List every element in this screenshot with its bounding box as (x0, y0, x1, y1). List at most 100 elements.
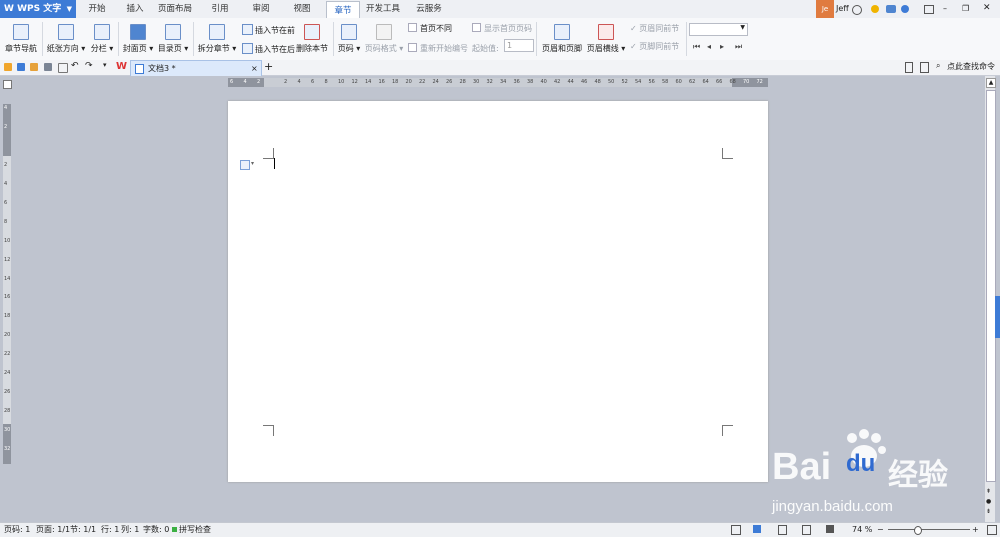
delete-section-button[interactable]: 删除本节 (296, 22, 328, 54)
header-footer-button[interactable]: 页眉和页脚 (540, 22, 584, 54)
cover-page-button[interactable]: 封面页 ▾ (122, 22, 154, 54)
next-page-icon[interactable]: ⇟ (986, 508, 991, 515)
web-view-icon[interactable] (802, 525, 811, 535)
margin-corner (722, 148, 733, 159)
ruler-tick-label: 2 (4, 161, 8, 168)
page-view-icon[interactable] (753, 525, 761, 533)
chevron-down-icon[interactable]: ▾ (251, 160, 254, 167)
same-as-prev-header-toggle[interactable]: ✓ 页眉同前节 (630, 23, 679, 34)
scroll-up-icon[interactable]: ▲ (986, 78, 996, 88)
customize-dropdown-icon[interactable]: ▾ (103, 61, 107, 69)
eye-protection-icon[interactable] (826, 525, 834, 533)
side-panel-toggle[interactable] (995, 296, 1000, 338)
window-mode-icon[interactable] (924, 5, 934, 14)
start-value-input[interactable]: 1 (504, 39, 534, 52)
doc-toggle-icon[interactable] (905, 62, 913, 73)
status-words[interactable]: 字数: 0 (143, 523, 169, 537)
restart-numbering-checkbox[interactable]: 重新开始编号 (408, 43, 468, 54)
horizontal-ruler[interactable]: 6 4 2 2 4 6 8 10 12 14 16 18 20 22 24 26 28 30 32 34 36 38 40 4… (228, 78, 768, 87)
insert-section-after-button[interactable]: 插入节在后 (242, 43, 295, 55)
undo-icon[interactable]: ↶ (71, 61, 79, 71)
chapter-nav-button[interactable]: 章节导航 (4, 22, 38, 54)
paste-options-icon[interactable] (240, 160, 250, 170)
clock-icon[interactable] (852, 5, 862, 15)
tab-3[interactable]: 引用 (202, 0, 238, 18)
header-line-button[interactable]: 页眉横线 ▾ (586, 22, 626, 54)
tab-8[interactable]: 云服务 (408, 0, 450, 18)
save-icon[interactable] (17, 63, 25, 71)
tab-2[interactable]: 页面布局 (152, 0, 198, 18)
user-name[interactable]: Jeff (836, 0, 849, 18)
first-page-different-label: 首页不同 (420, 24, 452, 33)
document-page[interactable]: ▾ (228, 101, 768, 482)
select-browse-icon[interactable]: ● (986, 498, 991, 505)
first-page-different-checkbox[interactable]: 首页不同 (408, 23, 452, 34)
tab-5[interactable]: 视图 (284, 0, 320, 18)
split-chapter-label: 拆分章节 (197, 44, 230, 53)
tab-7[interactable]: 开发工具 (362, 0, 404, 18)
prev-page-icon[interactable]: ⇞ (986, 488, 991, 495)
avatar[interactable]: Je (816, 0, 834, 18)
zoom-in-icon[interactable]: + (972, 523, 979, 537)
wps-home-icon[interactable]: W (116, 61, 127, 72)
new-tab-button[interactable]: + (264, 60, 273, 73)
page-number-button[interactable]: 页码 ▾ (337, 22, 361, 54)
vertical-scrollbar[interactable]: ▲ ⇞ ● ⇟ (985, 76, 996, 522)
split-chapter-button[interactable]: 拆分章节 ▾ (197, 22, 237, 54)
toc-page-button[interactable]: 目录页 ▾ (157, 22, 189, 54)
page-number-format-button[interactable]: 页码格式 ▾ (364, 22, 404, 54)
paper-orientation-button[interactable]: 纸张方向 ▾ (46, 22, 86, 54)
fullscreen-icon[interactable] (731, 525, 741, 535)
ruler-corner-icon[interactable] (3, 80, 12, 89)
menu-bar: W WPS 文字 ▼ Je Jeff – ❐ ✕ 开始 插入 页面布局 引用 审阅 视图章… (0, 0, 1000, 20)
show-first-page-number-label: 显示首页页码 (484, 24, 532, 33)
show-first-page-number-checkbox[interactable]: 显示首页页码 (472, 23, 532, 34)
close-icon[interactable]: ✕ (983, 3, 991, 13)
fit-page-icon[interactable] (987, 525, 997, 535)
margin-corner (263, 425, 274, 436)
tab-1[interactable]: 插入 (118, 0, 152, 18)
close-tab-icon[interactable]: × (251, 61, 258, 76)
columns-button[interactable]: 分栏 ▾ (90, 22, 114, 54)
spell-check-button[interactable]: 拼写检查 (179, 523, 211, 537)
next-section-button[interactable]: ▸ (720, 42, 724, 51)
ruler-tick-label: 2 (257, 79, 261, 85)
app-name: WPS 文字 (17, 4, 62, 14)
tab-4[interactable]: 审阅 (244, 0, 278, 18)
help-icon[interactable] (901, 5, 909, 13)
header-line-icon (598, 24, 614, 40)
command-search-input[interactable]: 点此查找命令 (947, 61, 995, 72)
prev-section-button[interactable]: ◂ (707, 42, 711, 51)
tab-0[interactable]: 开始 (80, 0, 114, 18)
vertical-ruler[interactable]: 4 2 2 4 6 8 10 12 14 16 18 20 22 24 26 28 30 32 (3, 104, 11, 464)
export-pdf-icon[interactable] (30, 63, 38, 71)
scroll-thumb[interactable] (986, 90, 996, 482)
document-tab[interactable]: 文档3 * × (130, 60, 262, 76)
zoom-level[interactable]: 74 % (852, 523, 872, 537)
pin-icon[interactable] (920, 62, 929, 73)
zoom-slider-handle[interactable] (914, 526, 922, 535)
print-icon[interactable] (44, 63, 52, 71)
outline-view-icon[interactable] (778, 525, 787, 535)
app-menu-button[interactable]: W WPS 文字 ▼ (0, 0, 76, 18)
ruler-tick-label: 36 (513, 79, 520, 85)
same-as-prev-footer-toggle[interactable]: ✓ 页脚同前节 (630, 41, 679, 52)
insert-after-icon (242, 43, 253, 54)
zoom-slider[interactable] (888, 529, 970, 530)
insert-section-before-button[interactable]: 插入节在前 (242, 24, 295, 36)
open-icon[interactable] (4, 63, 12, 71)
skin-icon[interactable] (871, 5, 879, 13)
restore-icon[interactable]: ❐ (962, 4, 969, 13)
last-section-button[interactable]: ⏭ (735, 42, 742, 52)
search-icon[interactable]: ⌕ (936, 61, 940, 71)
first-section-button[interactable]: ⏮ (693, 42, 700, 52)
print-preview-icon[interactable] (58, 63, 68, 73)
ruler-tick-label: 60 (675, 79, 682, 85)
zoom-out-icon[interactable]: − (877, 523, 884, 537)
page-number-format-label: 页码格式 (364, 44, 397, 53)
ruler-tick-label: 62 (689, 79, 696, 85)
redo-icon[interactable]: ↷ (85, 61, 93, 71)
section-select[interactable]: ▼ (689, 23, 748, 36)
share-icon[interactable] (886, 5, 896, 13)
minimize-icon[interactable]: – (943, 4, 947, 13)
